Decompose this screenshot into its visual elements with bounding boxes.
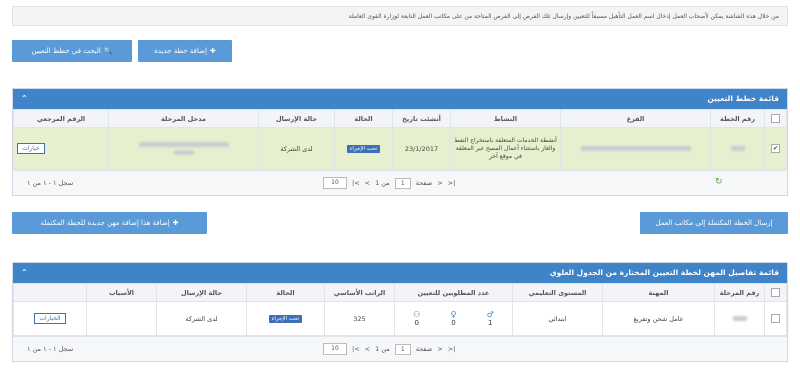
select-all-checkbox[interactable] — [764, 109, 787, 128]
actions-cell: الخيارات — [13, 301, 87, 336]
plans-pagination: |< < صفحة 1 من 1 > >| 10 — [323, 177, 455, 189]
col-actions — [13, 283, 87, 302]
col-stage-entry: مدخل المرحلة — [108, 109, 259, 128]
row-checkbox[interactable] — [764, 301, 787, 336]
per-page-select[interactable]: 10 — [323, 343, 347, 355]
col-education: المستوى التعليمي — [512, 283, 603, 302]
required-count-cell: ♂ 1 ♀ 0 ⚇ 0 — [394, 301, 513, 336]
col-status: الحالة — [246, 283, 325, 302]
send-status-cell: لدى الشركة — [258, 127, 335, 170]
add-job-label: إضافة هذا إضافة مهن جديدة للخطة المكتملة — [40, 219, 170, 227]
jobs-panel-header: قائمة تفاصيل المهن لخطة التعيين المختارة… — [13, 263, 787, 283]
search-plans-button[interactable]: 🔍البحث في خطط التعيين — [12, 40, 132, 62]
salary-cell: 325 — [324, 301, 395, 336]
col-status: الحالة — [334, 109, 393, 128]
table-row[interactable]: عامل شحن وتفريغ ابتدائي ♂ 1 ♀ 0 ⚇ 0 325 تحت… — [13, 301, 787, 336]
col-send-status: حالة الإرسال — [156, 283, 247, 302]
options-button[interactable]: الخيارات — [34, 313, 66, 324]
col-send-status: حالة الإرسال — [258, 109, 335, 128]
prev-page-icon[interactable]: < — [437, 345, 442, 353]
col-activity: النشاط — [450, 109, 561, 128]
row-checkbox[interactable]: ✔ — [764, 127, 787, 170]
col-job: المهنة — [602, 283, 715, 302]
status-cell: تحت الإجراء — [334, 127, 393, 170]
page-of: من 1 — [375, 345, 390, 353]
col-required-count: عدد المطلوبين للتعيين — [394, 283, 513, 302]
plus-icon: ✚ — [172, 219, 179, 227]
jobs-panel-title: قائمة تفاصيل المهن لخطة التعيين المختارة… — [549, 268, 779, 277]
plans-panel: قائمة خطط التعيين ⌃ رقم الخطة الفرع النش… — [12, 88, 788, 196]
female-icon: ♀ — [450, 309, 457, 319]
jobs-pagination: |< < صفحة 1 من 1 > >| 10 — [323, 343, 455, 355]
refresh-icon[interactable]: ↻ — [715, 177, 723, 187]
add-job-button[interactable]: ✚إضافة هذا إضافة مهن جديدة للخطة المكتمل… — [12, 212, 207, 234]
status-cell: تحت الإجراء — [246, 301, 325, 336]
page-input[interactable]: 1 — [394, 177, 411, 189]
col-branch: الفرع — [560, 109, 711, 128]
next-page-icon[interactable]: > — [365, 345, 370, 353]
col-plan-number: رقم الخطة — [710, 109, 765, 128]
record-count: سجل ١ - ١ من ١ — [27, 345, 74, 353]
male-icon: ♂ — [486, 309, 494, 319]
plans-panel-header: قائمة خطط التعيين ⌃ — [13, 89, 787, 109]
job-cell: عامل شحن وتفريغ — [602, 301, 715, 336]
plus-icon: ✚ — [209, 47, 216, 55]
col-salary: الراتب الأساسي — [324, 283, 395, 302]
first-page-icon[interactable]: |< — [448, 179, 456, 187]
status-badge: تحت الإجراء — [346, 145, 381, 153]
col-stage-number: رقم المرحلة — [714, 283, 765, 302]
notice-bar: من خلال هذه الشاشة يمكن لأصحاب العمل إدخ… — [12, 6, 788, 26]
first-page-icon[interactable]: |< — [448, 345, 456, 353]
stage-entry-cell — [108, 127, 259, 170]
jobs-panel: قائمة تفاصيل المهن لخطة التعيين المختارة… — [12, 262, 788, 362]
education-cell: ابتدائي — [512, 301, 603, 336]
reasons-cell — [86, 301, 157, 336]
page-of: من 1 — [375, 179, 390, 187]
plans-panel-title: قائمة خطط التعيين — [707, 94, 779, 103]
per-page-select[interactable]: 10 — [323, 177, 347, 189]
plans-table: رقم الخطة الفرع النشاط أنشئت تاريخ الحال… — [13, 109, 787, 170]
jobs-pager: |< < صفحة 1 من 1 > >| 10 سجل ١ - ١ من ١ — [13, 336, 787, 361]
search-plans-label: البحث في خطط التعيين — [31, 47, 101, 55]
status-badge: تحت الإجراء — [268, 315, 303, 323]
activity-cell: أنشطة الخدمات المتعلقة باستخراج النفط وا… — [450, 127, 561, 170]
collapse-icon[interactable]: ⌃ — [21, 89, 28, 109]
collapse-icon[interactable]: ⌃ — [21, 263, 28, 283]
add-plan-button[interactable]: ✚إضافة خطة جديدة — [138, 40, 232, 62]
send-status-cell: لدى الشركة — [156, 301, 247, 336]
count-female: 0 — [451, 318, 456, 327]
created-date-cell: 23/1/2017 — [392, 127, 451, 170]
select-all-checkbox[interactable] — [764, 283, 787, 302]
send-plan-button[interactable]: إرسال الخطة المكتملة إلى مكاتب العمل — [640, 212, 788, 234]
prev-page-icon[interactable]: < — [437, 179, 442, 187]
jobs-header-row: رقم المرحلة المهنة المستوى التعليمي عدد … — [13, 283, 787, 302]
page-input[interactable]: 1 — [394, 343, 411, 355]
options-button[interactable]: خيارات — [17, 143, 45, 154]
plan-number-cell — [710, 127, 765, 170]
next-page-icon[interactable]: > — [365, 179, 370, 187]
check-icon: ✔ — [771, 144, 780, 153]
table-row[interactable]: ✔ أنشطة الخدمات المتعلقة باستخراج النفط … — [13, 127, 787, 170]
add-plan-label: إضافة خطة جديدة — [154, 47, 207, 55]
reference-cell: خيارات — [13, 127, 109, 170]
page-label: صفحة — [415, 179, 433, 187]
col-reasons: الأسباب — [86, 283, 157, 302]
plans-pager: ↻ |< < صفحة 1 من 1 > >| 10 سجل ١ - ١ من … — [13, 170, 787, 195]
stage-number-cell — [714, 301, 765, 336]
last-page-icon[interactable]: >| — [352, 345, 360, 353]
people-icon: ⚇ — [413, 309, 421, 319]
page-label: صفحة — [415, 345, 433, 353]
send-plan-label: إرسال الخطة المكتملة إلى مكاتب العمل — [655, 219, 773, 227]
record-count: سجل ١ - ١ من ١ — [27, 179, 74, 187]
jobs-table: رقم المرحلة المهنة المستوى التعليمي عدد … — [13, 283, 787, 336]
search-icon: 🔍 — [103, 47, 113, 55]
branch-cell — [560, 127, 711, 170]
col-reference-number: الرقم المرجعي — [13, 109, 109, 128]
plans-header-row: رقم الخطة الفرع النشاط أنشئت تاريخ الحال… — [13, 109, 787, 128]
last-page-icon[interactable]: >| — [352, 179, 360, 187]
count-male: 1 — [488, 318, 493, 327]
col-created-date: أنشئت تاريخ — [392, 109, 451, 128]
count-total: 0 — [414, 318, 419, 327]
